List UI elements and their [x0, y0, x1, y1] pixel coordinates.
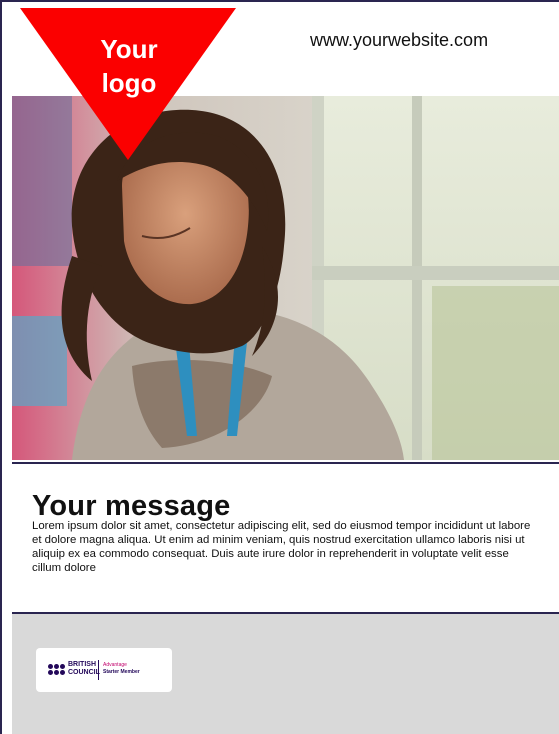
british-council-dots-icon [48, 664, 66, 676]
british-council-name: BRITISH COUNCIL [68, 661, 100, 677]
badge-divider [98, 660, 99, 680]
membership-level: Advantage Starter Member [103, 662, 140, 676]
british-council-badge: BRITISH COUNCIL Advantage Starter Member [36, 648, 172, 692]
message-section: Your message Lorem ipsum dolor sit amet,… [12, 462, 559, 614]
badge-org-line-1: BRITISH [68, 661, 96, 668]
logo-placeholder: Your logo [74, 32, 184, 100]
message-body: Lorem ipsum dolor sit amet, consectetur … [32, 520, 531, 574]
website-url: www.yourwebsite.com [310, 30, 489, 50]
logo-line-2: logo [101, 68, 157, 98]
badge-level-line-1: Advantage [103, 662, 127, 668]
poster: www.yourwebsite.com Your logo Your messa… [0, 0, 559, 734]
badge-org-line-2: COUNCIL [68, 669, 100, 676]
badge-level-line-2: Starter Member [103, 669, 140, 675]
logo-line-1: Your [100, 34, 158, 64]
footer: BRITISH COUNCIL Advantage Starter Member [12, 614, 559, 734]
